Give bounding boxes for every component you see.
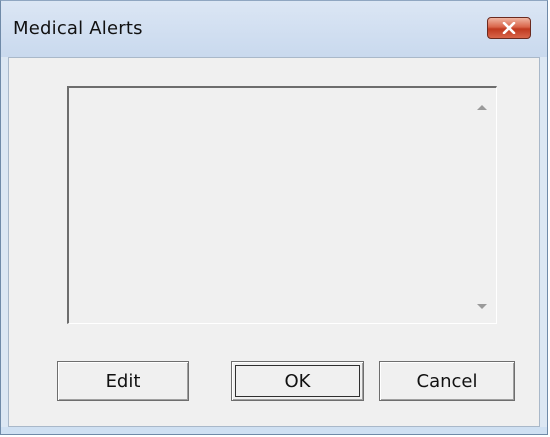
alerts-list-content (69, 88, 468, 323)
edit-button[interactable]: Edit (57, 361, 189, 401)
close-icon (502, 22, 516, 34)
ok-button-label: OK (284, 370, 311, 392)
dialog-body: Edit OK Cancel (8, 57, 540, 427)
window-bottom-border (1, 427, 547, 434)
close-button[interactable] (487, 17, 531, 39)
ok-button[interactable]: OK (231, 361, 364, 401)
medical-alerts-list[interactable] (67, 86, 497, 324)
medical-alerts-dialog: Medical Alerts Edit OK Cancel (0, 0, 548, 435)
arrow-down-icon (477, 303, 487, 309)
scroll-down-button[interactable] (468, 293, 496, 319)
scroll-up-button[interactable] (468, 94, 496, 120)
title-bar[interactable]: Medical Alerts (1, 1, 547, 57)
dialog-title: Medical Alerts (13, 18, 143, 39)
cancel-button[interactable]: Cancel (379, 361, 515, 401)
vertical-scrollbar[interactable] (468, 88, 496, 323)
arrow-up-icon (477, 104, 487, 110)
